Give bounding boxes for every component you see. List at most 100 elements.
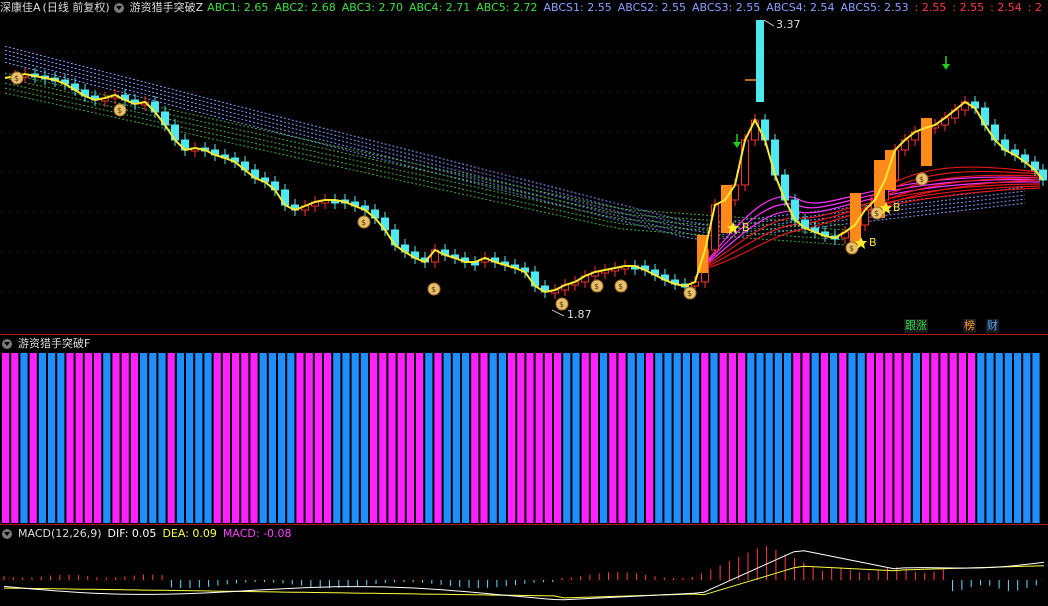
signal-bar xyxy=(931,353,939,523)
signal-bar xyxy=(480,353,488,523)
signal-bar xyxy=(259,353,267,523)
signal-bar xyxy=(232,353,240,523)
signal-bar xyxy=(958,353,966,523)
signal-bar xyxy=(903,353,911,523)
signal-bar xyxy=(351,353,359,523)
signal-bar xyxy=(305,353,313,523)
signal-bar xyxy=(922,353,930,523)
signal-bar xyxy=(636,353,644,523)
signal-bar xyxy=(508,353,516,523)
money-bag-glyph: $ xyxy=(361,218,366,227)
high-price-label: 3.37 xyxy=(776,18,801,31)
signal-bar xyxy=(250,353,258,523)
signal-bar xyxy=(324,353,332,523)
buy-mark-1: B xyxy=(742,221,750,234)
signal-bar xyxy=(692,353,700,523)
signal-bar xyxy=(747,353,755,523)
signal-bar xyxy=(158,353,166,523)
signal-bar xyxy=(406,353,414,523)
signal-bar xyxy=(222,353,230,523)
indicator-menu-icon[interactable] xyxy=(2,529,12,539)
signal-bar xyxy=(167,353,175,523)
signal-bar xyxy=(600,353,608,523)
signal-bar xyxy=(517,353,525,523)
money-bag-glyph: $ xyxy=(431,285,436,294)
indicator-menu-icon[interactable] xyxy=(2,339,12,349)
signal-bar xyxy=(912,353,920,523)
panel2-header: 游资猎手突破F xyxy=(0,336,96,352)
signal-bar xyxy=(848,353,856,523)
signal-bar xyxy=(885,353,893,523)
tag-finance[interactable]: 财 xyxy=(986,319,999,333)
signal-bar xyxy=(11,353,19,523)
signal-bar xyxy=(765,353,773,523)
tag-list[interactable]: 榜 xyxy=(963,319,976,333)
signal-bar xyxy=(112,353,120,523)
signal-bar xyxy=(1023,353,1031,523)
signal-bar xyxy=(866,353,874,523)
buy-mark-2: B xyxy=(869,236,877,249)
signal-bar xyxy=(995,353,1003,523)
signal-bar xyxy=(84,353,92,523)
panel2-indicator-name[interactable]: 游资猎手突破F xyxy=(18,336,90,352)
money-bag-glyph: $ xyxy=(874,209,879,218)
signal-bar xyxy=(830,353,838,523)
signal-bar xyxy=(314,353,322,523)
signal-bar xyxy=(646,353,654,523)
signal-bar xyxy=(287,353,295,523)
signal-bar xyxy=(38,353,46,523)
down-arrow-icon xyxy=(733,142,741,148)
signal-bar xyxy=(572,353,580,523)
signal-bar xyxy=(609,353,617,523)
signal-bar xyxy=(443,353,451,523)
signal-bar xyxy=(416,353,424,523)
signal-bar xyxy=(498,353,506,523)
macd-title[interactable]: MACD(12,26,9) xyxy=(18,526,102,542)
signal-bar xyxy=(489,353,497,523)
signal-bar xyxy=(544,353,552,523)
signal-bar xyxy=(204,353,212,523)
signal-bar xyxy=(388,353,396,523)
signal-bar xyxy=(701,353,709,523)
price-chart[interactable]: $ $ $ $ $ $ $ $ $ $ $ xyxy=(0,0,1048,334)
buy-mark-3: B xyxy=(893,201,901,214)
signal-bar xyxy=(811,353,819,523)
signal-bar xyxy=(2,353,10,523)
signal-bar xyxy=(793,353,801,523)
signal-bar xyxy=(738,353,746,523)
signal-bar xyxy=(728,353,736,523)
money-bag-glyph: $ xyxy=(594,282,599,291)
money-bag-glyph: $ xyxy=(687,289,692,298)
signal-bar xyxy=(471,353,479,523)
signal-bar xyxy=(360,353,368,523)
panel-divider-1[interactable] xyxy=(0,334,1048,335)
signal-bar xyxy=(195,353,203,523)
signal-bar xyxy=(627,353,635,523)
ma-fan-line-2 xyxy=(699,178,1041,271)
signal-bar xyxy=(296,353,304,523)
signal-bar xyxy=(213,353,221,523)
tag-follow-rise[interactable]: 跟涨 xyxy=(904,319,928,333)
panel-divider-2[interactable] xyxy=(0,524,1048,525)
signal-bar xyxy=(968,353,976,523)
signal-bar xyxy=(535,353,543,523)
macd-dif: DIF: 0.05 xyxy=(107,527,157,540)
signal-bar xyxy=(397,353,405,523)
orange-bar xyxy=(921,118,932,166)
signal-bar xyxy=(57,353,65,523)
signal-bar xyxy=(774,353,782,523)
signal-bar xyxy=(29,353,37,523)
signal-bar xyxy=(977,353,985,523)
signal-bar xyxy=(1004,353,1012,523)
signal-bar xyxy=(581,353,589,523)
signal-bar xyxy=(342,353,350,523)
signal-bar xyxy=(333,353,341,523)
signal-bar xyxy=(618,353,626,523)
signal-bar xyxy=(655,353,663,523)
signal-bar xyxy=(452,353,460,523)
high-pointer xyxy=(763,19,775,27)
signal-bar xyxy=(66,353,74,523)
signal-bar xyxy=(820,353,828,523)
signal-bar xyxy=(940,353,948,523)
signal-bar xyxy=(563,353,571,523)
